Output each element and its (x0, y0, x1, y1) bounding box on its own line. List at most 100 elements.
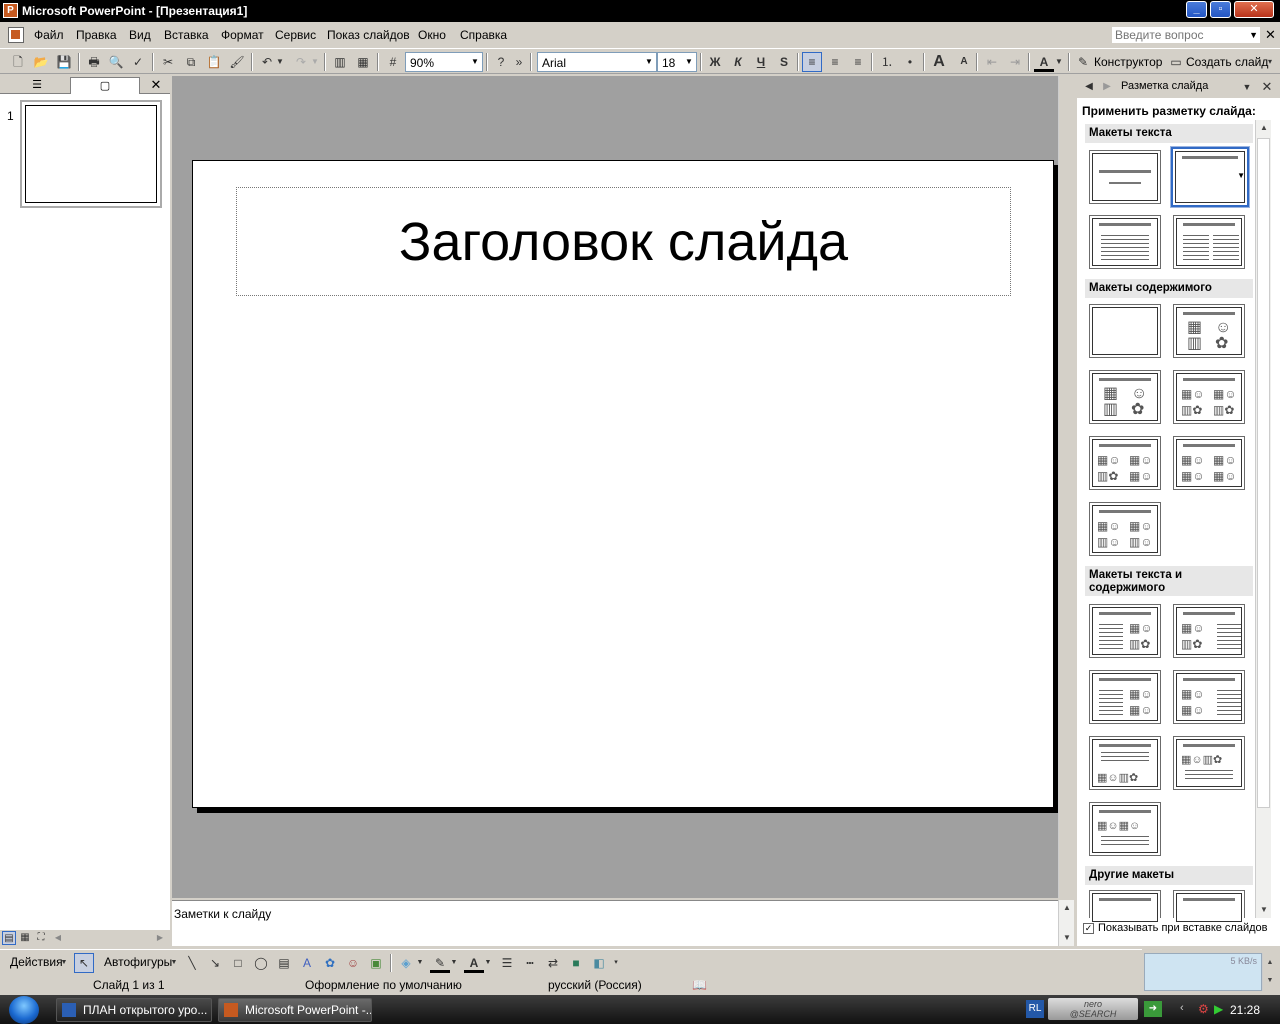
scroll-down-icon[interactable]: ▼ (1263, 973, 1277, 989)
layout-two-content-text[interactable]: ▦☺ ▦☺ (1173, 670, 1245, 724)
menu-slideshow[interactable]: Показ слайдов (327, 28, 410, 42)
autoshapes-button[interactable]: Автофигуры (104, 955, 172, 969)
close-document-icon[interactable]: ✕ (1265, 27, 1276, 43)
align-right-icon[interactable]: ≡ (848, 52, 868, 72)
close-taskpane-icon[interactable]: ✕ (1257, 77, 1277, 97)
menu-window[interactable]: Окно (418, 28, 446, 42)
bullets-icon[interactable]: • (900, 52, 920, 72)
align-center-icon[interactable]: ≡ (825, 52, 845, 72)
checkbox-icon[interactable]: ✓ (1083, 922, 1094, 934)
chevron-down-icon[interactable]: ▼ (482, 953, 494, 973)
italic-button[interactable]: К (728, 52, 748, 72)
copy-icon[interactable]: ⧉ (181, 52, 201, 72)
zoom-combo[interactable]: 90% ▼ (405, 52, 483, 72)
menu-tools[interactable]: Сервис (275, 28, 316, 42)
picture-icon[interactable]: ▣ (366, 953, 386, 973)
chevron-down-icon[interactable]: ▼ (309, 52, 321, 72)
chevron-down-icon[interactable]: ▼ (1237, 171, 1245, 180)
task-pane-scrollbar[interactable]: ▲ ▼ (1255, 120, 1271, 918)
insert-table-icon[interactable]: ▦ (353, 52, 373, 72)
chevron-down-icon[interactable]: ▼ (274, 52, 286, 72)
increase-font-icon[interactable]: A (929, 52, 949, 72)
layout-two-column-text[interactable] (1173, 215, 1245, 269)
powerpoint-app-icon[interactable]: P (3, 3, 18, 18)
cut-icon[interactable]: ✂ (158, 52, 178, 72)
layout-text-content[interactable]: ▦☺ ▥✿ (1089, 604, 1161, 658)
clipart-icon[interactable]: ☺ (343, 953, 363, 973)
taskbar-powerpoint[interactable]: Microsoft PowerPoint -... (218, 998, 372, 1022)
shadow-style-icon[interactable]: ■ (566, 953, 586, 973)
slide-thumbnail[interactable] (20, 100, 162, 208)
menu-format[interactable]: Формат (221, 28, 264, 42)
font-combo[interactable]: Arial ▼ (537, 52, 657, 72)
designer-button[interactable]: Конструктор (1094, 55, 1162, 69)
back-icon[interactable]: ◀ (1079, 77, 1099, 97)
layout-content-over-text[interactable]: ▦☺▥✿ (1173, 736, 1245, 790)
wordart-icon[interactable]: A (297, 953, 317, 973)
bold-button[interactable]: Ж (705, 52, 725, 72)
layout-other-1[interactable] (1089, 890, 1161, 922)
slide-title-placeholder[interactable]: Заголовок слайда (236, 187, 1011, 296)
spelling-status-icon[interactable]: 📖 (692, 978, 707, 992)
numbering-icon[interactable]: ⒈ (877, 52, 897, 72)
toolbar-options-icon[interactable]: ▾ (1264, 52, 1276, 72)
rectangle-icon[interactable]: □ (228, 953, 248, 973)
underline-button[interactable]: Ч (751, 52, 771, 72)
layout-blank[interactable] (1089, 304, 1161, 358)
notes-pane[interactable]: Заметки к слайду (172, 900, 1074, 946)
menu-file[interactable]: Файл (34, 28, 64, 42)
insert-chart-icon[interactable]: ▥ (330, 52, 350, 72)
layout-title-content[interactable]: ▦ ☺ ▥ ✿ (1089, 370, 1161, 424)
tray-expand-icon[interactable]: ‹ (1180, 1002, 1184, 1014)
ask-question-box[interactable]: ▼ (1111, 26, 1261, 44)
close-pane-icon[interactable]: ✕ (146, 77, 166, 94)
document-icon[interactable] (8, 27, 24, 43)
sorter-view-icon[interactable]: ▦ (18, 931, 32, 945)
new-slide-icon[interactable]: ▭ (1166, 52, 1186, 72)
layout-title-only[interactable]: ▼ (1170, 146, 1250, 208)
tab-slides[interactable]: ▢ (70, 77, 140, 94)
select-pointer-icon[interactable]: ↖ (74, 953, 94, 973)
minimize-button[interactable]: _ (1186, 1, 1207, 18)
chevron-down-icon[interactable]: ▼ (168, 953, 180, 973)
designer-icon[interactable]: ✎ (1073, 52, 1093, 72)
chevron-down-icon[interactable]: ▼ (58, 953, 70, 973)
font-size-combo[interactable]: 18 ▼ (657, 52, 697, 72)
network-meter-scroll[interactable]: ▲ ▼ (1262, 953, 1276, 991)
line-icon[interactable]: ╲ (182, 953, 202, 973)
scroll-up-icon[interactable]: ▲ (1059, 900, 1075, 916)
slideshow-view-icon[interactable]: ⛶ (34, 931, 48, 945)
grid-icon[interactable]: # (383, 52, 403, 72)
new-icon[interactable]: 🗋 (8, 52, 28, 72)
clock[interactable]: 21:28 (1230, 1003, 1260, 1017)
nero-search-box[interactable]: nero @SEARCH (1048, 998, 1138, 1020)
normal-view-icon[interactable]: ▤ (2, 931, 16, 945)
chevron-down-icon[interactable]: ▼ (448, 953, 460, 973)
line-style-icon[interactable]: ☰ (497, 953, 517, 973)
start-button[interactable] (0, 995, 50, 1024)
language-indicator[interactable]: RL (1026, 1000, 1044, 1018)
toolbar-options-icon[interactable]: » (512, 52, 526, 72)
diagram-icon[interactable]: ✿ (320, 953, 340, 973)
align-left-icon[interactable]: ≡ (802, 52, 822, 72)
layout-title-two-content-over[interactable]: ▦☺ ▦☺ ▥✿ ▦☺ (1089, 436, 1161, 490)
font-color-icon[interactable]: A (1034, 52, 1054, 72)
ask-question-input[interactable] (1112, 27, 1252, 43)
font-color-icon[interactable]: A (464, 953, 484, 973)
chevron-down-icon[interactable]: ▼ (1249, 27, 1258, 43)
chevron-down-icon[interactable]: ▼ (682, 53, 696, 71)
chevron-down-icon[interactable]: ▼ (468, 53, 482, 71)
scroll-up-icon[interactable]: ▲ (1263, 955, 1277, 971)
save-icon[interactable]: 💾 (54, 52, 74, 72)
tray-play-icon[interactable]: ▶ (1214, 1002, 1223, 1016)
maximize-button[interactable]: ▫ (1210, 1, 1231, 18)
layout-two-content-over-text[interactable]: ▦☺▦☺ (1089, 802, 1161, 856)
menu-edit[interactable]: Правка (76, 28, 117, 42)
layout-text-over-content[interactable]: ▦☺▥✿ (1089, 736, 1161, 790)
menu-help[interactable]: Справка (460, 28, 507, 42)
layout-content[interactable]: ▦ ☺ ▥ ✿ (1173, 304, 1245, 358)
layout-four-content[interactable]: ▦☺ ▦☺ ▥☺ ▥☺ (1089, 502, 1161, 556)
layout-title-text[interactable] (1089, 215, 1161, 269)
layout-two-content[interactable]: ▦☺ ▦☺ ▥✿ ▥✿ (1173, 370, 1245, 424)
textbox-icon[interactable]: ▤ (274, 953, 294, 973)
